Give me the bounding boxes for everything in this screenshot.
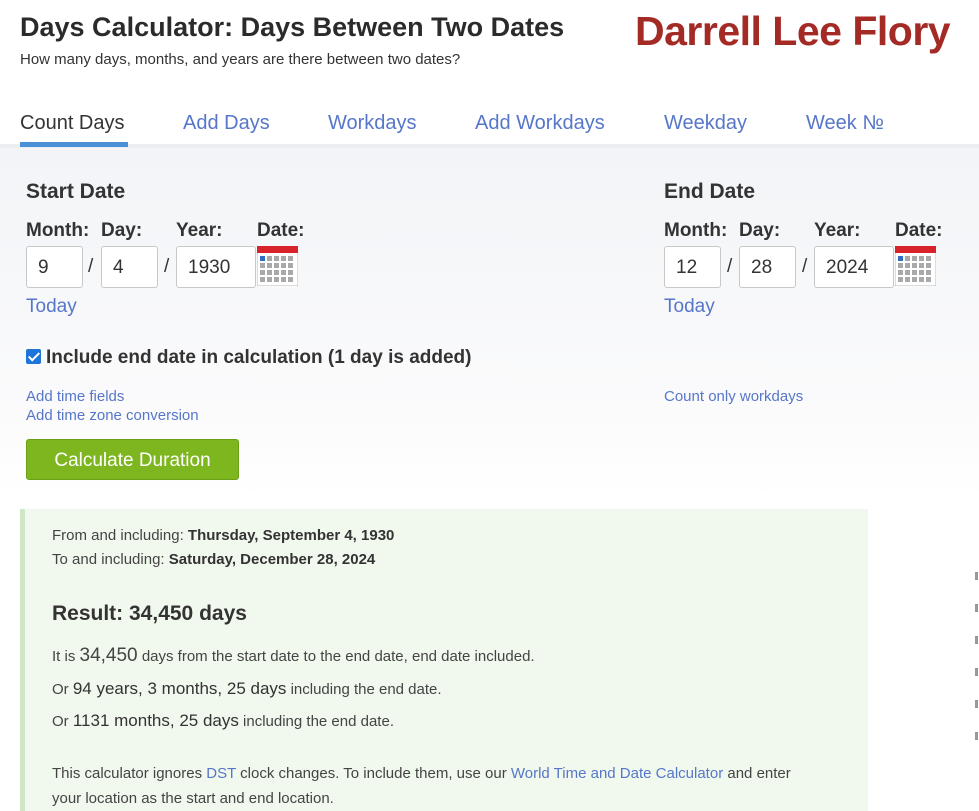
dst-note-post: and enter	[727, 765, 791, 782]
start-day-input[interactable]: 4	[101, 246, 158, 288]
end-date-title: End Date	[664, 180, 756, 203]
include-end-date-label[interactable]: Include end date in calculation (1 day i…	[46, 347, 471, 369]
end-year-input[interactable]: 2024	[814, 246, 894, 288]
start-date-title: Start Date	[26, 180, 126, 203]
start-month-label: Month:	[26, 220, 90, 241]
result-months-line: Or 1131 months, 25 days including the en…	[52, 711, 394, 731]
result-days-pre: It is	[52, 648, 76, 665]
world-time-calculator-link[interactable]: World Time and Date Calculator	[511, 765, 723, 782]
dst-note-pre: This calculator ignores	[52, 765, 203, 782]
tab-count-days[interactable]: Count Days	[20, 112, 125, 135]
dst-note: This calculator ignores DST clock change…	[52, 765, 791, 782]
start-day-label: Day:	[101, 220, 143, 241]
result-from: From and including: Thursday, September …	[52, 527, 394, 544]
date-separator: /	[88, 256, 94, 277]
result-years-pre: Or	[52, 681, 69, 698]
end-day-input[interactable]: 28	[739, 246, 796, 288]
result-from-prefix: From and including:	[52, 527, 184, 544]
active-tab-indicator	[20, 142, 128, 147]
result-months-post: including the end date.	[243, 713, 394, 730]
result-days-value: 34,450	[79, 645, 138, 666]
tab-week-number[interactable]: Week №	[806, 112, 884, 135]
result-to-date: Saturday, December 28, 2024	[168, 551, 376, 568]
tab-add-days[interactable]: Add Days	[183, 112, 270, 135]
start-year-input[interactable]: 1930	[176, 246, 256, 288]
end-date-label: Date:	[895, 220, 943, 241]
count-workdays-link[interactable]: Count only workdays	[664, 388, 803, 405]
dst-note-mid: clock changes. To include them, use our	[240, 765, 507, 782]
tab-workdays[interactable]: Workdays	[328, 112, 417, 135]
tab-weekday[interactable]: Weekday	[664, 112, 747, 135]
edge-mark	[975, 700, 978, 708]
dst-link[interactable]: DST	[206, 765, 236, 782]
result-days-post: days from the start date to the end date…	[141, 648, 535, 665]
end-day-label: Day:	[739, 220, 781, 241]
add-time-fields-link[interactable]: Add time fields	[26, 388, 124, 405]
date-separator: /	[164, 256, 170, 277]
result-months-pre: Or	[52, 713, 69, 730]
include-end-date-checkbox[interactable]	[26, 349, 41, 364]
calendar-icon[interactable]	[257, 246, 298, 286]
result-days-line: It is 34,450 days from the start date to…	[52, 645, 535, 667]
start-date-label: Date:	[257, 220, 305, 241]
result-heading: Result: 34,450 days	[52, 602, 247, 625]
result-years-line: Or 94 years, 3 months, 25 days including…	[52, 679, 442, 699]
tab-add-workdays[interactable]: Add Workdays	[475, 112, 605, 135]
result-years-value: 94 years, 3 months, 25 days	[72, 679, 287, 698]
result-from-date: Thursday, September 4, 1930	[187, 527, 395, 544]
side-panel	[868, 509, 979, 811]
edge-mark	[975, 636, 978, 644]
edge-mark	[975, 732, 978, 740]
page-title: Days Calculator: Days Between Two Dates	[20, 12, 565, 42]
edge-mark	[975, 604, 978, 612]
edge-mark	[975, 668, 978, 676]
add-time-zone-link[interactable]: Add time zone conversion	[26, 407, 199, 424]
result-to: To and including: Saturday, December 28,…	[52, 551, 375, 568]
end-year-label: Year:	[814, 220, 861, 241]
calculator-tabs: Count Days Add Days Workdays Add Workday…	[0, 108, 979, 148]
date-separator: /	[802, 256, 808, 277]
start-year-label: Year:	[176, 220, 223, 241]
end-month-label: Month:	[664, 220, 728, 241]
page-subtitle: How many days, months, and years are the…	[20, 51, 461, 68]
date-separator: /	[727, 256, 733, 277]
result-years-post: including the end date.	[290, 681, 442, 698]
start-today-link[interactable]: Today	[26, 296, 77, 318]
handwritten-name-overlay: Darrell Lee Flory	[635, 8, 951, 54]
calculate-duration-button[interactable]: Calculate Duration	[26, 439, 239, 480]
result-to-prefix: To and including:	[52, 551, 165, 568]
start-month-input[interactable]: 9	[26, 246, 83, 288]
edge-mark	[975, 572, 978, 580]
calendar-icon[interactable]	[895, 246, 936, 286]
dst-note-line2: your location as the start and end locat…	[52, 790, 334, 807]
end-today-link[interactable]: Today	[664, 296, 715, 318]
end-month-input[interactable]: 12	[664, 246, 721, 288]
result-months-value: 1131 months, 25 days	[72, 711, 239, 730]
